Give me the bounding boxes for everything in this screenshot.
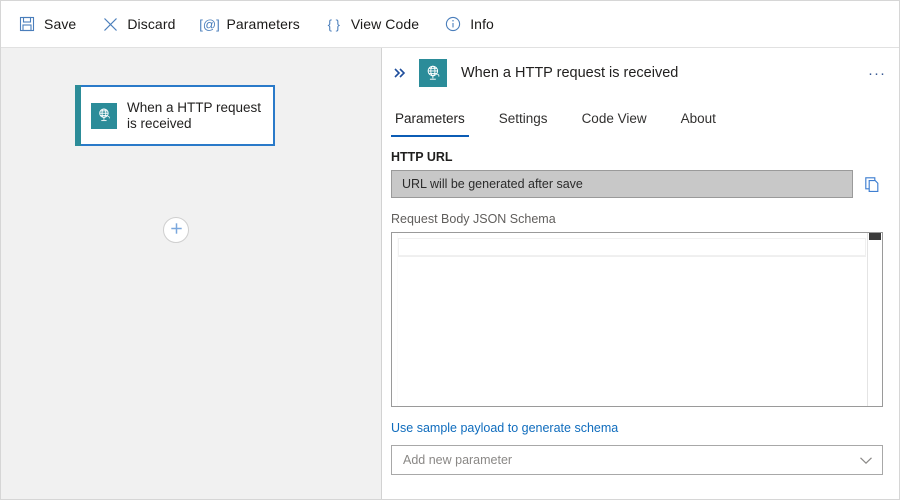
editor-gutter — [392, 233, 398, 406]
add-step-button[interactable] — [163, 217, 189, 243]
view-code-icon: { } — [324, 14, 344, 34]
chevron-double-right-icon[interactable] — [389, 62, 411, 84]
toolbar: Save Discard [@] Parameters { } View Cod… — [1, 1, 899, 48]
plus-icon — [169, 221, 184, 239]
tab-settings-label: Settings — [499, 111, 548, 126]
view-code-icon-glyph: { } — [328, 18, 340, 31]
save-icon — [17, 14, 37, 34]
view-code-label: View Code — [351, 16, 419, 32]
request-body-schema-editor[interactable] — [391, 232, 883, 407]
parameters-icon-glyph: [@] — [199, 18, 219, 31]
tab-about[interactable]: About — [677, 102, 720, 134]
info-button[interactable]: Info — [441, 8, 504, 40]
add-new-parameter-dropdown[interactable]: Add new parameter — [391, 445, 883, 475]
parameters-label: Parameters — [226, 16, 299, 32]
http-request-globe-icon — [91, 103, 117, 129]
save-button[interactable]: Save — [15, 8, 86, 40]
details-panel: When a HTTP request is received ··· Para… — [383, 48, 899, 499]
editor-line-divider — [398, 256, 866, 257]
http-url-input: URL will be generated after save — [391, 170, 853, 198]
tab-code-view[interactable]: Code View — [578, 102, 651, 134]
logic-app-designer: Save Discard [@] Parameters { } View Cod… — [0, 0, 900, 500]
trigger-card-title: When a HTTP request is received — [127, 100, 267, 132]
discard-button[interactable]: Discard — [98, 8, 185, 40]
copy-icon[interactable] — [861, 173, 883, 195]
tab-parameters[interactable]: Parameters — [391, 102, 469, 134]
panel-tabs: Parameters Settings Code View About — [383, 98, 899, 134]
add-new-parameter-placeholder: Add new parameter — [403, 453, 858, 467]
tab-about-label: About — [681, 111, 716, 126]
info-icon — [443, 14, 463, 34]
use-sample-payload-link[interactable]: Use sample payload to generate schema — [391, 421, 618, 435]
editor-active-line — [398, 238, 866, 256]
workflow-canvas[interactable]: When a HTTP request is received — [1, 48, 382, 499]
parameters-icon: [@] — [199, 14, 219, 34]
parameters-button[interactable]: [@] Parameters — [197, 8, 309, 40]
editor-scrollbar[interactable] — [867, 233, 882, 406]
request-body-schema-label: Request Body JSON Schema — [391, 212, 883, 226]
panel-header: When a HTTP request is received ··· — [383, 48, 899, 98]
discard-label: Discard — [127, 16, 175, 32]
more-options-icon[interactable]: ··· — [865, 61, 889, 85]
view-code-button[interactable]: { } View Code — [322, 8, 429, 40]
http-url-label: HTTP URL — [391, 150, 883, 164]
chevron-down-icon — [858, 452, 874, 468]
trigger-card-accent-bar — [75, 85, 81, 146]
editor-scrollbar-thumb[interactable] — [869, 233, 881, 240]
panel-http-request-globe-icon — [419, 59, 447, 87]
http-url-row: URL will be generated after save — [391, 170, 883, 198]
discard-icon — [100, 14, 120, 34]
tab-code-view-label: Code View — [582, 111, 647, 126]
save-label: Save — [44, 16, 76, 32]
tab-parameters-label: Parameters — [395, 111, 465, 126]
tab-settings[interactable]: Settings — [495, 102, 552, 134]
panel-title: When a HTTP request is received — [461, 65, 865, 81]
trigger-card[interactable]: When a HTTP request is received — [75, 85, 275, 146]
panel-body: HTTP URL URL will be generated after sav… — [383, 134, 899, 475]
info-label: Info — [470, 16, 494, 32]
